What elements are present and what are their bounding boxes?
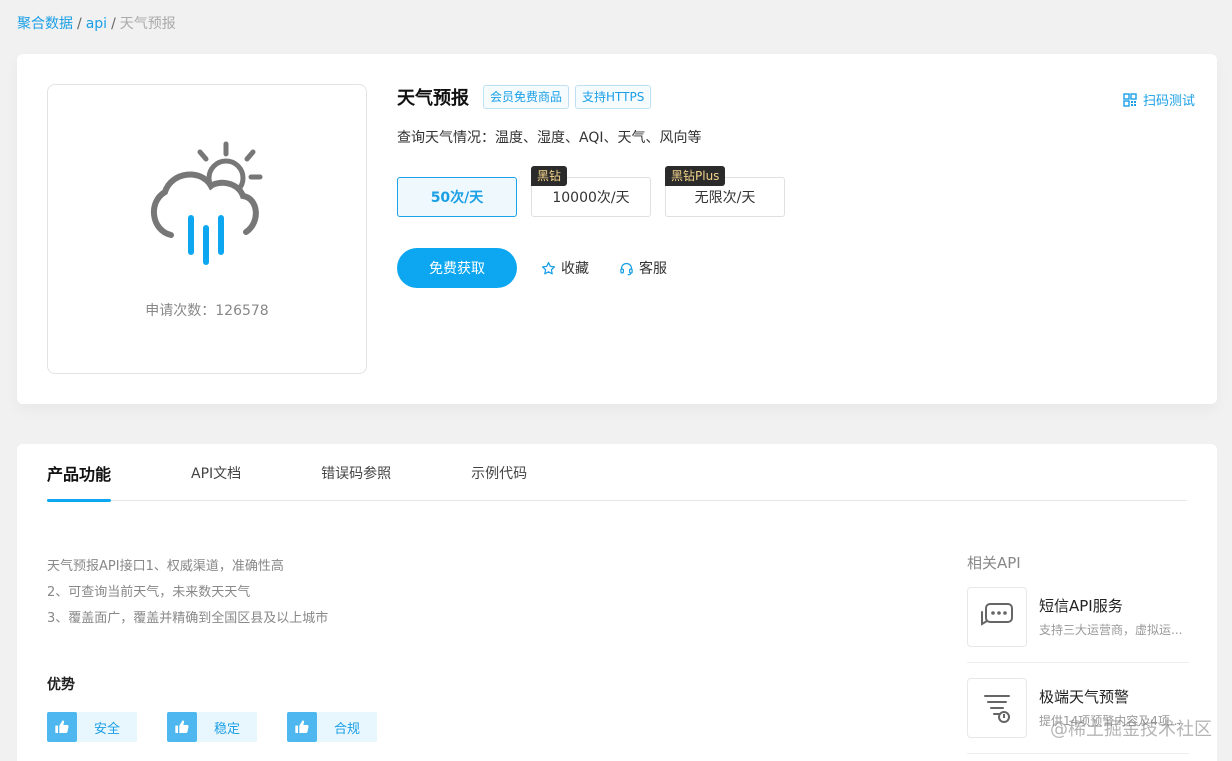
product-logo-box: 申请次数：126578 — [47, 84, 367, 374]
headset-icon — [620, 262, 633, 275]
qr-code-icon — [1123, 92, 1137, 107]
advantage-label: 稳定 — [213, 721, 240, 737]
advantage-item-security: 安全 — [47, 712, 137, 742]
apply-count: 申请次数：126578 — [145, 303, 269, 319]
plan-option-50[interactable]: 50次/天 — [397, 177, 517, 217]
thumbs-up-icon — [167, 712, 197, 742]
plan-badge-black-diamond-plus: 黑钻Plus — [665, 166, 726, 186]
tag-https: 支持HTTPS — [575, 85, 652, 109]
intro-line: 2、可查询当前天气，未来数天天气 — [47, 585, 251, 600]
plan-option-unlimited[interactable]: 黑钻Plus 无限次/天 — [665, 166, 785, 217]
chat-bubbles-icon — [967, 587, 1027, 647]
breadcrumb-home[interactable]: 聚合数据 — [17, 16, 73, 32]
advantage-item-compliance: 合规 — [287, 712, 377, 742]
advantages-title: 优势 — [47, 677, 75, 693]
thumbs-up-icon — [47, 712, 77, 742]
advantage-item-stability: 稳定 — [167, 712, 257, 742]
favorite-button[interactable]: 收藏 — [541, 258, 589, 278]
product-detail-card: 产品功能 API文档 错误码参照 示例代码 天气预报API接口1、权威渠道，准确… — [17, 444, 1217, 761]
free-get-button[interactable]: 免费获取 — [397, 248, 517, 288]
plan-badge-black-diamond: 黑钻 — [531, 166, 568, 186]
intro-line: 天气预报API接口1、权威渠道，准确性高 — [47, 559, 284, 574]
page-title: 天气预报 — [397, 88, 469, 109]
tornado-alert-icon — [967, 678, 1027, 738]
related-api-title: 相关API — [967, 554, 1021, 572]
breadcrumb-separator: / — [77, 16, 82, 32]
intro-line: 3、覆盖面广，覆盖并精确到全国区县及以上城市 — [47, 611, 329, 626]
advantages-list: 安全 稳定 合规 — [47, 712, 407, 742]
thumbs-up-icon — [287, 712, 317, 742]
related-api-name: 短信API服务 — [1039, 597, 1123, 615]
related-api-item-sms[interactable]: 短信API服务 支持三大运营商，虚拟运... — [967, 587, 1189, 663]
breadcrumb-api[interactable]: api — [86, 16, 107, 32]
customer-service-button[interactable]: 客服 — [619, 258, 667, 278]
breadcrumb-current: 天气预报 — [119, 16, 176, 32]
product-description: 查询天气情况：温度、湿度、AQI、天气、风向等 — [397, 130, 702, 146]
related-api-desc: 支持三大运营商，虚拟运... — [1039, 623, 1183, 637]
detail-tabs: 产品功能 API文档 错误码参照 示例代码 — [47, 444, 1187, 502]
plan-label: 50次/天 — [430, 190, 484, 206]
scan-test-label: 扫码测试 — [1142, 94, 1195, 109]
scan-test-link[interactable]: 扫码测试 — [1123, 90, 1195, 109]
advantage-label: 合规 — [333, 721, 360, 737]
watermark-text: @稀土掘金技术社区 — [1050, 719, 1212, 740]
customer-service-label: 客服 — [639, 261, 667, 277]
tab-product-features[interactable]: 产品功能 — [47, 444, 112, 502]
advantage-label: 安全 — [93, 721, 120, 737]
breadcrumb-separator: / — [111, 16, 116, 32]
related-api-name: 极端天气预警 — [1039, 688, 1130, 706]
tag-member-free: 会员免费商品 — [483, 85, 570, 109]
tab-error-codes[interactable]: 错误码参照 — [321, 444, 391, 501]
favorite-label: 收藏 — [561, 261, 589, 277]
plan-label: 10000次/天 — [552, 190, 630, 206]
tab-api-docs[interactable]: API文档 — [191, 444, 241, 501]
tab-sample-code[interactable]: 示例代码 — [471, 444, 527, 501]
star-icon — [541, 261, 556, 274]
product-intro: 天气预报API接口1、权威渠道，准确性高 2、可查询当前天气，未来数天天气 3、… — [47, 554, 328, 632]
weather-rain-sun-icon — [150, 141, 263, 265]
plan-option-10000[interactable]: 黑钻 10000次/天 — [531, 166, 651, 217]
plan-selector: 50次/天 黑钻 10000次/天 黑钻Plus 无限次/天 — [397, 166, 799, 217]
breadcrumb: 聚合数据 / api / 天气预报 — [17, 14, 176, 34]
action-row: 免费获取 收藏 客服 — [397, 248, 697, 288]
plan-label: 无限次/天 — [694, 190, 756, 206]
product-header-card: 申请次数：126578 天气预报 会员免费商品 支持HTTPS 扫码测试 查询天… — [17, 54, 1217, 404]
product-title-row: 天气预报 会员免费商品 支持HTTPS — [397, 84, 657, 110]
